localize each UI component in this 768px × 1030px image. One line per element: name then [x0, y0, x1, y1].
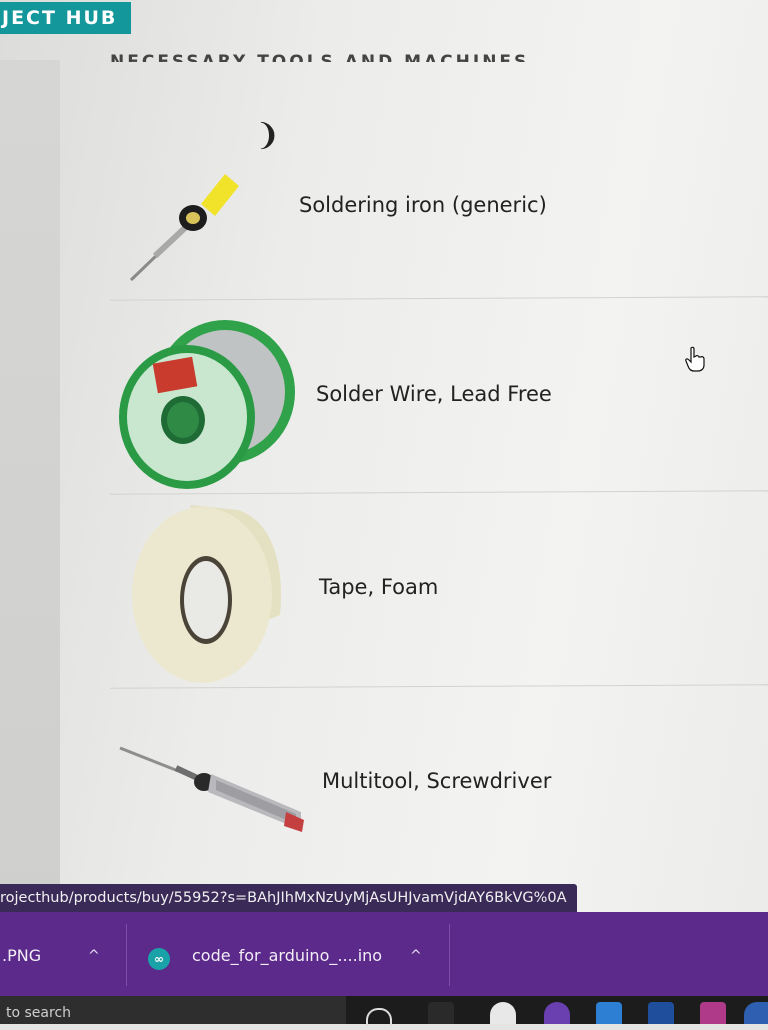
task-view-icon[interactable]	[428, 1002, 454, 1024]
app-icon[interactable]	[744, 1002, 768, 1024]
soldering-iron-icon[interactable]	[125, 168, 250, 292]
browser-page: JECT HUB NECESSARY TOOLS AND MACHINES ❩ …	[0, 0, 768, 1026]
hand-cursor-icon	[684, 346, 706, 376]
row-divider	[110, 296, 768, 301]
cortana-icon[interactable]	[366, 1008, 392, 1026]
app-icon[interactable]	[490, 1002, 516, 1024]
item-label-solder-wire[interactable]: Solder Wire, Lead Free	[316, 382, 552, 406]
download-filename: .PNG	[2, 946, 42, 965]
instagram-icon[interactable]	[700, 1002, 726, 1024]
status-url-tooltip: rojecthub/products/buy/55952?s=BAhJIhMxN…	[0, 884, 577, 912]
section-title: NECESSARY TOOLS AND MACHINES	[110, 44, 570, 62]
chevron-up-icon[interactable]: ^	[88, 948, 100, 964]
download-item-png[interactable]: .PNG ^	[0, 912, 126, 996]
download-item-ino[interactable]: ∞ code_for_arduino_....ino ^	[127, 912, 449, 996]
left-margin-strip	[0, 60, 60, 910]
download-separator	[449, 924, 450, 986]
video-app-icon[interactable]	[648, 1002, 674, 1024]
windows-taskbar: to search	[0, 996, 768, 1026]
project-hub-logo[interactable]: JECT HUB	[0, 2, 132, 34]
partial-bracket-icon: ❩	[255, 118, 281, 153]
screwdriver-icon[interactable]	[116, 740, 311, 844]
tape-roll-icon[interactable]	[130, 500, 285, 694]
app-icon[interactable]	[544, 1002, 570, 1024]
chevron-up-icon[interactable]: ^	[410, 948, 422, 964]
item-label-multitool-screwdriver[interactable]: Multitool, Screwdriver	[322, 769, 551, 793]
download-filename: code_for_arduino_....ino	[192, 946, 383, 965]
arduino-file-icon: ∞	[148, 948, 170, 970]
section-title-text: NECESSARY TOOLS AND MACHINES	[110, 52, 530, 62]
taskbar-search-input[interactable]: to search	[0, 996, 346, 1024]
downloads-bar: .PNG ^ ∞ code_for_arduino_....ino ^	[0, 912, 768, 996]
mail-icon[interactable]	[596, 1002, 622, 1024]
item-label-tape-foam[interactable]: Tape, Foam	[319, 575, 438, 599]
solder-wire-spool-icon[interactable]	[115, 312, 300, 498]
item-label-soldering-iron[interactable]: Soldering iron (generic)	[299, 193, 547, 217]
